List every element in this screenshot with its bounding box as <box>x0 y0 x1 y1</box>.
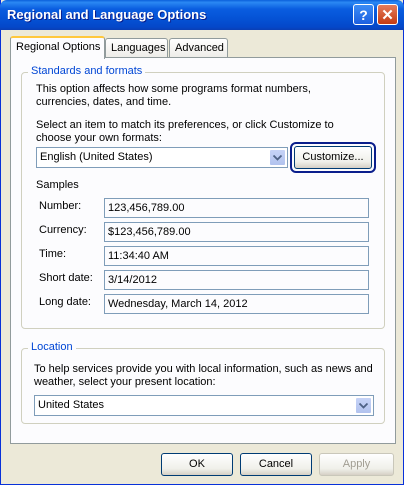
sample-value-currency: $123,456,789.00 <box>104 222 369 242</box>
cancel-button[interactable]: Cancel <box>240 453 312 476</box>
dialog-window: Regional and Language Options ? ✕ Region… <box>0 0 404 485</box>
title-bar[interactable]: Regional and Language Options ? ✕ <box>0 0 404 30</box>
standards-legend: Standards and formats <box>28 65 146 77</box>
sample-label-number: Number: <box>39 200 82 212</box>
sample-value-time: 11:34:40 AM <box>104 246 369 266</box>
sample-value-number: 123,456,789.00 <box>104 198 369 218</box>
samples-heading: Samples <box>36 179 79 191</box>
locale-selected-value: English (United States) <box>40 151 153 163</box>
location-description: To help services provide you with local … <box>34 363 373 388</box>
sample-label-long-date: Long date: <box>39 296 91 308</box>
apply-button[interactable]: Apply <box>319 453 394 476</box>
window-title: Regional and Language Options <box>7 7 207 22</box>
customize-button[interactable]: Customize... <box>294 146 372 169</box>
ok-label: OK <box>189 458 205 470</box>
sample-value-long-date: Wednesday, March 14, 2012 <box>104 294 369 314</box>
location-dropdown[interactable]: United States <box>34 395 374 416</box>
sample-label-short-date: Short date: <box>39 272 93 284</box>
location-legend: Location <box>28 341 76 353</box>
location-selected-value: United States <box>38 399 105 411</box>
customize-label: Customize... <box>302 151 364 163</box>
chevron-down-icon[interactable] <box>269 149 286 166</box>
ok-button[interactable]: OK <box>161 453 233 476</box>
chevron-down-icon[interactable] <box>355 397 372 414</box>
tab-advanced[interactable]: Advanced <box>169 38 228 59</box>
close-button[interactable]: ✕ <box>377 4 398 25</box>
tab-label: Advanced <box>175 42 224 54</box>
tab-languages[interactable]: Languages <box>105 38 168 59</box>
close-icon: ✕ <box>381 6 394 24</box>
sample-value-short-date: 3/14/2012 <box>104 270 369 290</box>
cancel-label: Cancel <box>258 458 294 470</box>
tab-label: Regional Options <box>16 41 101 53</box>
tab-panel: Standards and formats This option affect… <box>10 57 396 444</box>
sample-label-currency: Currency: <box>39 224 87 236</box>
apply-label: Apply <box>342 458 371 470</box>
tab-regional-options[interactable]: Regional Options <box>10 36 105 59</box>
standards-description: This option affects how some programs fo… <box>36 83 311 108</box>
locale-dropdown[interactable]: English (United States) <box>36 147 288 168</box>
help-icon: ? <box>359 6 368 23</box>
tab-label: Languages <box>111 42 166 54</box>
sample-label-time: Time: <box>39 248 67 260</box>
help-button[interactable]: ? <box>353 4 374 25</box>
